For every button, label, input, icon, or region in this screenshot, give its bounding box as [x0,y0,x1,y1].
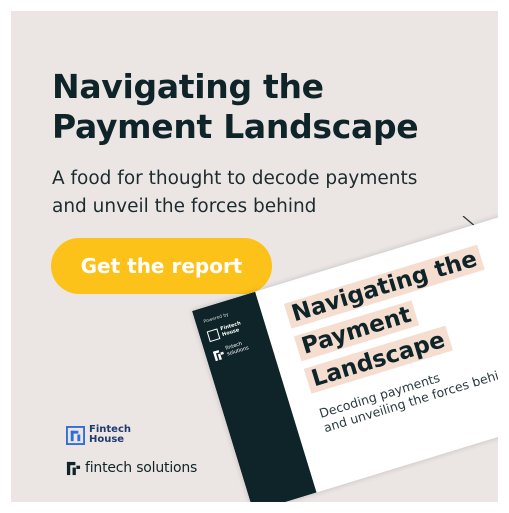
fintech-house-logo-icon [66,425,85,445]
title-line-1: Navigating the [52,67,324,106]
powered-by-label: Powered by [203,312,230,325]
spine-fintech-house-logo: Fintech House [206,320,244,343]
fintech-solutions-text: fintech solutions [85,460,198,476]
fintech-house-logo: Fintech House [66,425,131,445]
fintech-house-line-2: House [89,434,125,445]
subtitle-line-1: A food for thought to decode payments [52,168,418,189]
fintech-solutions-mark-icon [212,349,224,361]
page-title: Navigating the Payment Landscape [52,67,472,147]
get-report-button[interactable]: Get the report [51,238,272,294]
fintech-solutions-logo: fintech solutions [66,460,197,476]
fintech-solutions-logo-icon [66,461,81,475]
spine-fintech-solutions-logo: fintech solutions [212,340,250,361]
subtitle-line-2: and unveil the forces behind [52,196,317,217]
title-line-2: Payment Landscape [52,107,419,146]
ad-banner: Navigating the Payment Landscape A food … [11,11,498,502]
fintech-house-mark-icon [206,328,221,343]
subtitle: A food for thought to decode payments an… [52,165,482,221]
